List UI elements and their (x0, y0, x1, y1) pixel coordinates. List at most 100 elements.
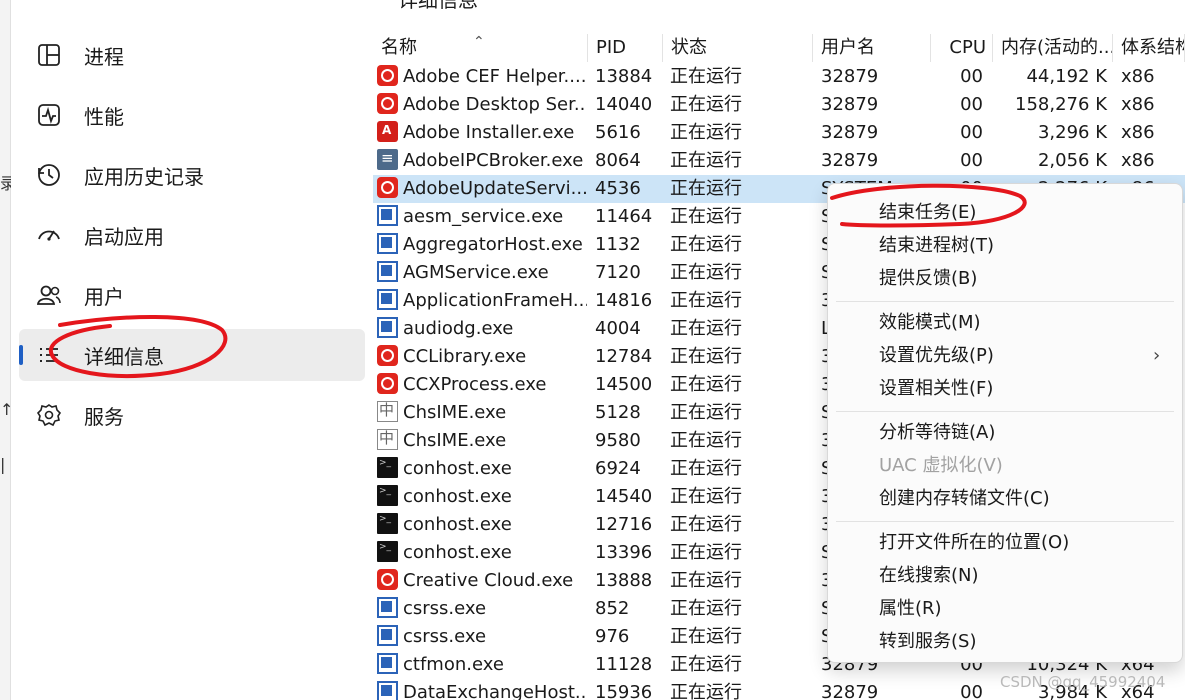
status-cell: 正在运行 (670, 626, 742, 647)
column-header-user[interactable]: 用户名 (813, 34, 931, 62)
menu-item-3-2[interactable]: 属性(R) (879, 594, 942, 624)
application-window-icon (377, 261, 398, 282)
column-header-label: PID (596, 37, 627, 58)
process-name-cell: ctfmon.exe (377, 651, 587, 679)
left-window-strip: 录 ↑ | (0, 0, 16, 700)
table-row[interactable]: AdobeIPCBroker.exe 8064 正在运行 32879 00 2,056 K… (373, 147, 1185, 175)
column-header-status[interactable]: 状态 (663, 34, 813, 62)
table-row[interactable]: Adobe CEF Helper.... 13884 正在运行 32879 00 44,1… (373, 63, 1185, 91)
pid-cell: 12784 (595, 346, 653, 367)
ime-icon (377, 429, 398, 450)
sidebar-item-processes[interactable]: 进程 (19, 29, 365, 81)
column-header-memory[interactable]: 内存(活动的... (993, 34, 1113, 62)
sidebar-item-label: 用户 (84, 284, 124, 309)
menu-item-1-2[interactable]: 设置相关性(F) (879, 374, 993, 404)
cpu-cell: 00 (960, 94, 983, 115)
application-window-icon (377, 317, 398, 338)
process-name-cell: AdobeUpdateServi... (377, 175, 587, 203)
process-name-cell: aesm_service.exe (377, 203, 587, 231)
column-header-architecture[interactable]: 体系结构 (1113, 34, 1185, 62)
adobe-broker-icon (377, 149, 398, 170)
menu-item-0-2[interactable]: 提供反馈(B) (879, 264, 977, 294)
architecture-cell: x86 (1121, 122, 1155, 143)
status-cell: 正在运行 (670, 374, 742, 395)
process-name: AGMService.exe (403, 262, 549, 283)
cpu-cell: 00 (960, 150, 983, 171)
process-name-cell: ChsIME.exe (377, 427, 587, 455)
process-name-cell: CCXProcess.exe (377, 371, 587, 399)
sidebar-item-label: 性能 (84, 104, 124, 129)
memory-cell: 2,056 K (1037, 150, 1107, 171)
menu-item-0-0[interactable]: 结束任务(E) (879, 198, 976, 228)
sidebar-item-details[interactable]: 详细信息 (19, 329, 365, 381)
menu-item-3-1[interactable]: 在线搜索(N) (879, 561, 979, 591)
process-name: ChsIME.exe (403, 430, 507, 451)
status-cell: 正在运行 (670, 430, 742, 451)
performance-icon (38, 104, 60, 126)
pid-cell: 14500 (595, 374, 653, 395)
username-cell: 32879 (821, 150, 879, 171)
process-name: CCXProcess.exe (403, 374, 547, 395)
menu-item-1-0[interactable]: 效能模式(M) (879, 308, 981, 338)
sidebar-item-app-history[interactable]: 应用历史记录 (19, 149, 365, 201)
console-icon (377, 457, 398, 478)
process-name-cell: conhost.exe (377, 511, 587, 539)
application-window-icon (377, 205, 398, 226)
table-row[interactable]: Adobe Installer.exe 5616 正在运行 32879 00 3,296 … (373, 119, 1185, 147)
process-name-cell: csrss.exe (377, 595, 587, 623)
status-cell: 正在运行 (670, 346, 742, 367)
pid-cell: 13884 (595, 66, 653, 87)
column-header-label: 内存(活动的... (1001, 37, 1113, 58)
column-header-pid[interactable]: PID (588, 34, 663, 62)
status-cell: 正在运行 (670, 598, 742, 619)
process-name-cell: conhost.exe (377, 455, 587, 483)
process-name: conhost.exe (403, 458, 512, 479)
menu-item-3-0[interactable]: 打开文件所在的位置(O) (879, 528, 1069, 558)
console-icon (377, 513, 398, 534)
sidebar-item-users[interactable]: 用户 (19, 269, 365, 321)
column-header-name[interactable]: 名称 ⌃ (373, 34, 588, 62)
column-header-label: CPU (949, 37, 986, 58)
menu-separator (836, 521, 1174, 522)
status-cell: 正在运行 (670, 570, 742, 591)
process-name: csrss.exe (403, 598, 487, 619)
process-name: ctfmon.exe (403, 654, 504, 675)
status-cell: 正在运行 (670, 682, 742, 700)
column-header-label: 状态 (671, 37, 707, 58)
cpu-cell: 00 (960, 682, 983, 700)
table-row[interactable]: Adobe Desktop Ser... 14040 正在运行 32879 00 158,… (373, 91, 1185, 119)
menu-item-1-1[interactable]: 设置优先级(P) (879, 341, 994, 371)
status-cell: 正在运行 (670, 94, 742, 115)
pid-cell: 9580 (595, 430, 641, 451)
status-cell: 正在运行 (670, 486, 742, 507)
sidebar-item-services[interactable]: 服务 (19, 389, 365, 441)
sidebar-item-startup-apps[interactable]: 启动应用 (19, 209, 365, 261)
status-cell: 正在运行 (670, 234, 742, 255)
menu-item-3-3[interactable]: 转到服务(S) (879, 627, 976, 657)
username-cell: 32879 (821, 66, 879, 87)
details-icon (40, 348, 58, 362)
adobe-app-icon (377, 373, 398, 394)
page-title: 详细信息 (398, 0, 478, 12)
process-name-cell: AdobeIPCBroker.exe (377, 147, 587, 175)
sidebar-item-performance[interactable]: 性能 (19, 89, 365, 141)
menu-item-0-1[interactable]: 结束进程树(T) (879, 231, 994, 261)
menu-item-2-0[interactable]: 分析等待链(A) (879, 418, 995, 448)
status-cell: 正在运行 (670, 178, 742, 199)
architecture-cell: x86 (1121, 94, 1155, 115)
sidebar-item-label: 详细信息 (84, 344, 164, 369)
process-name: Adobe Desktop Ser... (403, 94, 587, 115)
menu-item-2-1: UAC 虚拟化(V) (879, 455, 1003, 476)
users-icon (36, 285, 61, 305)
process-name-cell: DataExchangeHost.... (377, 679, 587, 700)
process-name-cell: Adobe Desktop Ser... (377, 91, 587, 119)
pid-cell: 15936 (595, 682, 653, 700)
menu-item-2-2[interactable]: 创建内存转储文件(C) (879, 484, 1050, 514)
status-cell: 正在运行 (670, 290, 742, 311)
pid-cell: 14816 (595, 290, 653, 311)
status-cell: 正在运行 (670, 402, 742, 423)
pid-cell: 14040 (595, 94, 653, 115)
pid-cell: 11464 (595, 206, 653, 227)
watermark: CSDN @qq_45992404 (1000, 673, 1166, 691)
column-header-cpu[interactable]: CPU (931, 34, 993, 62)
